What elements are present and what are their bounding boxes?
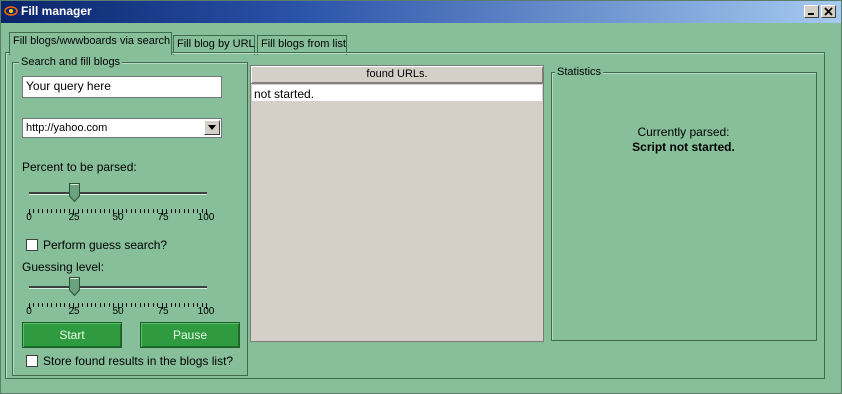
- tick-label: 25: [68, 306, 80, 317]
- guessing-level-label: Guessing level:: [22, 260, 105, 274]
- percent-slider-thumb[interactable]: [68, 183, 80, 203]
- percent-slider-ticks: [29, 204, 207, 215]
- currently-parsed-label: Currently parsed:: [637, 125, 730, 139]
- percent-slider-track[interactable]: [29, 192, 207, 195]
- store-results-checkbox[interactable]: [26, 355, 38, 367]
- title-bar[interactable]: Fill manager: [1, 1, 841, 23]
- fill-manager-window: Fill manager Fill blogs/wwwboards via se…: [0, 0, 842, 394]
- minimize-button[interactable]: [804, 5, 819, 18]
- guessing-slider-thumb[interactable]: [68, 277, 80, 297]
- statistics-group: Statistics Currently parsed: Script not …: [551, 66, 817, 341]
- store-results-label: Store found results in the blogs list?: [43, 354, 234, 368]
- search-fill-group: Search and fill blogs Your query here ht…: [12, 56, 248, 376]
- tick-label: 0: [26, 306, 32, 317]
- close-button[interactable]: [821, 5, 836, 18]
- guess-search-label: Perform guess search?: [43, 238, 168, 252]
- tick-label: 100: [197, 306, 215, 317]
- tick-label: 50: [112, 306, 124, 317]
- tab-label: Fill blog by URL: [177, 38, 255, 50]
- tab-label: Fill blogs from list: [261, 38, 346, 50]
- statistics-legend: Statistics: [555, 66, 604, 78]
- list-item[interactable]: not started.: [252, 85, 542, 101]
- tab-panel: Search and fill blogs Your query here ht…: [5, 52, 825, 379]
- tick-label: 75: [157, 306, 169, 317]
- tick-label: 0: [26, 212, 32, 223]
- tick-label: 100: [197, 212, 215, 223]
- found-urls-list[interactable]: found URLs. not started.: [250, 65, 544, 342]
- found-urls-header[interactable]: found URLs.: [251, 66, 543, 84]
- tick-label: 50: [112, 212, 124, 223]
- dropdown-button[interactable]: [204, 120, 220, 135]
- group-legend: Search and fill blogs: [19, 56, 123, 68]
- engine-selected-value: http://yahoo.com: [26, 122, 108, 134]
- pause-button[interactable]: Pause: [140, 322, 240, 348]
- tab-label: Fill blogs/wwwboards via search: [13, 35, 171, 47]
- window-title: Fill manager: [21, 4, 92, 18]
- app-eye-icon: [4, 4, 18, 18]
- tab-fill-via-search[interactable]: Fill blogs/wwwboards via search: [9, 32, 172, 55]
- query-input[interactable]: Your query here: [22, 76, 222, 98]
- engine-select[interactable]: http://yahoo.com: [22, 118, 222, 138]
- tick-label: 25: [68, 212, 80, 223]
- script-status-text: Script not started.: [632, 140, 735, 154]
- chevron-down-icon: [205, 123, 219, 137]
- guessing-slider-ticks: [29, 298, 207, 309]
- start-button[interactable]: Start: [22, 322, 122, 348]
- guessing-slider-track[interactable]: [29, 286, 207, 289]
- tick-label: 75: [157, 212, 169, 223]
- guess-search-checkbox[interactable]: [26, 239, 38, 251]
- percent-label: Percent to be parsed:: [22, 160, 137, 174]
